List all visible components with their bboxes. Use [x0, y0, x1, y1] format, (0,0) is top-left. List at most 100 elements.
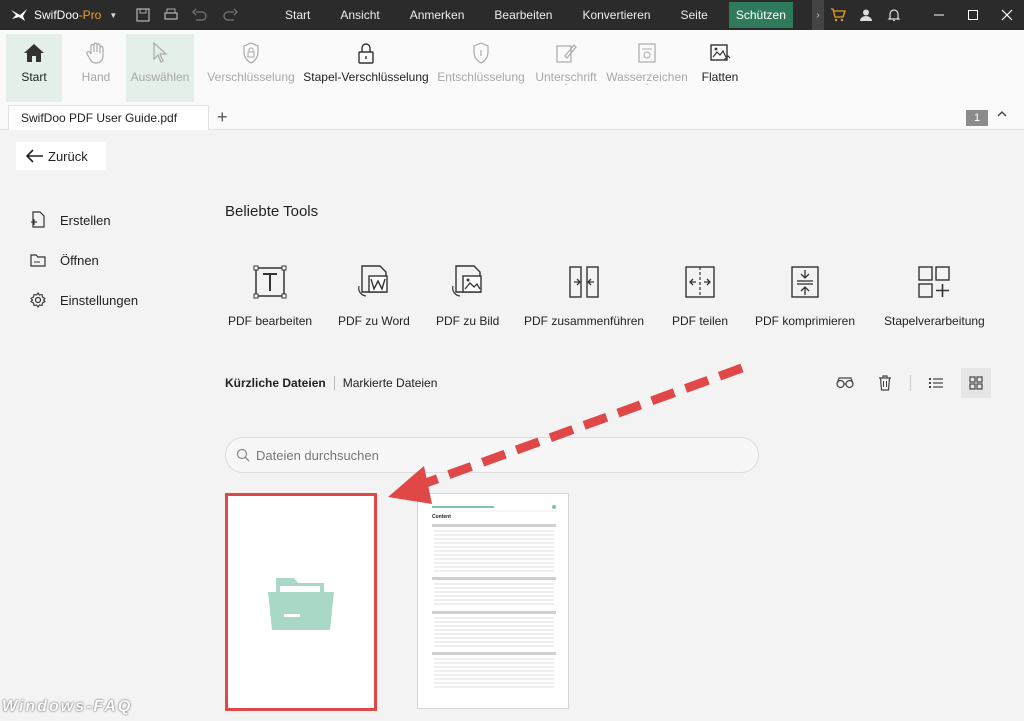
add-tab-button[interactable]: +	[217, 105, 228, 129]
recent-file-thumbnail[interactable]: Content	[417, 493, 569, 709]
search-input[interactable]	[256, 447, 736, 463]
settings-gear-icon	[30, 292, 46, 308]
document-tab[interactable]: SwifDoo PDF User Guide.pdf	[8, 105, 209, 130]
tool-pdf-compress[interactable]: PDF komprimieren	[755, 262, 855, 328]
signature-pen-icon	[556, 44, 577, 63]
flatten-label: Flatten	[701, 70, 739, 84]
document-preview	[432, 505, 556, 688]
app-edition: -Pro	[78, 8, 102, 22]
tab-marked-files[interactable]: Markierte Dateien	[343, 376, 438, 390]
menu-schuetzen[interactable]: Schützen	[728, 2, 793, 28]
tool-pdf-merge[interactable]: PDF zusammenführen	[524, 262, 644, 328]
edit-text-icon	[253, 265, 287, 299]
signature-button[interactable]: Unterschrift ˇ	[534, 34, 598, 102]
signature-label: Unterschrift	[535, 70, 597, 84]
merge-icon	[569, 266, 599, 298]
back-button[interactable]: Zurück	[16, 142, 106, 170]
home-icon	[24, 44, 44, 62]
tool-batch-processing[interactable]: Stapelverarbeitung	[884, 262, 985, 328]
start-label: Start	[21, 70, 47, 84]
grid-view-icon[interactable]	[961, 368, 991, 398]
sidebar-item-settings[interactable]: Einstellungen	[30, 280, 138, 320]
chevron-right-icon[interactable]: ›	[812, 0, 824, 30]
flatten-image-icon	[710, 44, 731, 61]
tool-label: PDF zu Bild	[436, 314, 500, 328]
compress-icon	[791, 266, 819, 298]
view-controls	[830, 368, 991, 398]
open-folder-icon	[30, 254, 46, 267]
tool-label: PDF komprimieren	[755, 314, 856, 328]
tool-label: Stapelverarbeitung	[884, 314, 985, 328]
pdf-to-image-icon	[451, 265, 482, 297]
print-icon[interactable]	[164, 8, 178, 22]
watermark-text: Windows-FAQ	[2, 698, 133, 715]
bell-icon[interactable]	[880, 0, 908, 30]
sidebar-item-create[interactable]: Erstellen	[30, 200, 138, 240]
close-icon[interactable]	[990, 0, 1024, 30]
select-tool-button[interactable]: Auswählen	[126, 34, 194, 102]
hand-tool-button[interactable]: Hand	[68, 34, 124, 102]
menu-seite[interactable]: Seite	[666, 0, 723, 30]
minimize-icon[interactable]	[922, 0, 956, 30]
collapse-chevron-up-icon[interactable]	[996, 108, 1008, 123]
document-preview-heading: Content	[432, 514, 451, 520]
dropdown-indicator: ˇ	[564, 83, 568, 92]
tool-pdf-to-image[interactable]: PDF zu Bild	[436, 262, 499, 328]
tab-recent-files[interactable]: Kürzliche Dateien	[225, 376, 326, 390]
tool-pdf-edit[interactable]: PDF bearbeiten	[228, 262, 312, 328]
trash-icon[interactable]	[870, 368, 900, 398]
undo-icon[interactable]	[192, 8, 208, 22]
maximize-icon[interactable]	[956, 0, 990, 30]
decryption-button[interactable]: Entschlüsselung	[436, 34, 526, 102]
app-name: SwifDoo	[34, 8, 79, 22]
back-label: Zurück	[48, 148, 88, 164]
encryption-label: Verschlüsselung	[207, 70, 295, 84]
watermark-button[interactable]: Wasserzeichen ˇ	[606, 34, 688, 102]
tool-pdf-to-word[interactable]: PDF zu Word	[338, 262, 410, 328]
dropdown-indicator: ˇ	[645, 83, 649, 92]
menu-anmerken[interactable]: Anmerken	[395, 0, 480, 30]
menu-bearbeiten[interactable]: Bearbeiten	[479, 0, 567, 30]
tool-label: PDF zu Word	[338, 314, 410, 328]
menu-konvertieren[interactable]: Konvertieren	[567, 0, 665, 30]
split-icon	[685, 266, 715, 298]
sidebar-item-open[interactable]: Öffnen	[30, 240, 138, 280]
user-icon[interactable]	[852, 0, 880, 30]
app-menu-button[interactable]: SwifDoo -Pro ▼	[0, 0, 132, 30]
encryption-button[interactable]: Verschlüsselung	[206, 34, 296, 102]
unlock-shield-icon	[473, 42, 489, 64]
open-folder-card[interactable]	[225, 493, 377, 711]
cursor-arrow-icon	[153, 42, 168, 63]
page-count-badge: 1	[966, 110, 988, 126]
hand-icon	[86, 42, 104, 64]
popular-tools-row: PDF bearbeiten PDF zu Word PDF zu Bild P…	[222, 262, 1002, 332]
batch-encryption-label: Stapel-Verschlüsselung	[303, 70, 429, 84]
batch-encryption-button[interactable]: Stapel-Verschlüsselung	[303, 34, 429, 102]
tool-label: PDF bearbeiten	[228, 314, 313, 328]
sidebar-item-label: Öffnen	[60, 252, 99, 268]
menu-start[interactable]: Start	[270, 0, 325, 30]
redo-icon[interactable]	[222, 8, 238, 22]
swift-bird-logo-icon	[11, 9, 27, 21]
file-list-tabs: Kürzliche Dateien Markierte Dateien	[225, 376, 437, 390]
home-panel: Zurück Erstellen Öffnen Einstellungen Be…	[0, 130, 1024, 721]
cart-icon[interactable]	[824, 0, 852, 30]
save-icon[interactable]	[136, 8, 150, 22]
menu-ansicht[interactable]: Ansicht	[325, 0, 394, 30]
tool-pdf-split[interactable]: PDF teilen	[672, 262, 728, 328]
main-menu: Start Ansicht Anmerken Bearbeiten Konver…	[270, 0, 793, 30]
glasses-icon[interactable]	[830, 368, 860, 398]
start-button[interactable]: Start	[6, 34, 62, 102]
document-tab-bar: SwifDoo PDF User Guide.pdf + 1	[0, 102, 1024, 130]
watermark-icon	[638, 43, 656, 63]
title-bar: SwifDoo -Pro ▼ Start Ansicht Anmerken Bea…	[0, 0, 1024, 30]
sidebar-item-label: Erstellen	[60, 212, 111, 228]
tool-label: PDF teilen	[672, 314, 729, 328]
flatten-button[interactable]: Flatten	[700, 34, 740, 102]
chevron-down-icon: ▼	[109, 10, 118, 20]
decryption-label: Entschlüsselung	[437, 70, 525, 84]
tab-divider	[333, 376, 335, 390]
arrow-left-icon	[26, 149, 43, 163]
list-view-icon[interactable]	[921, 368, 951, 398]
file-search-box[interactable]	[225, 437, 759, 473]
